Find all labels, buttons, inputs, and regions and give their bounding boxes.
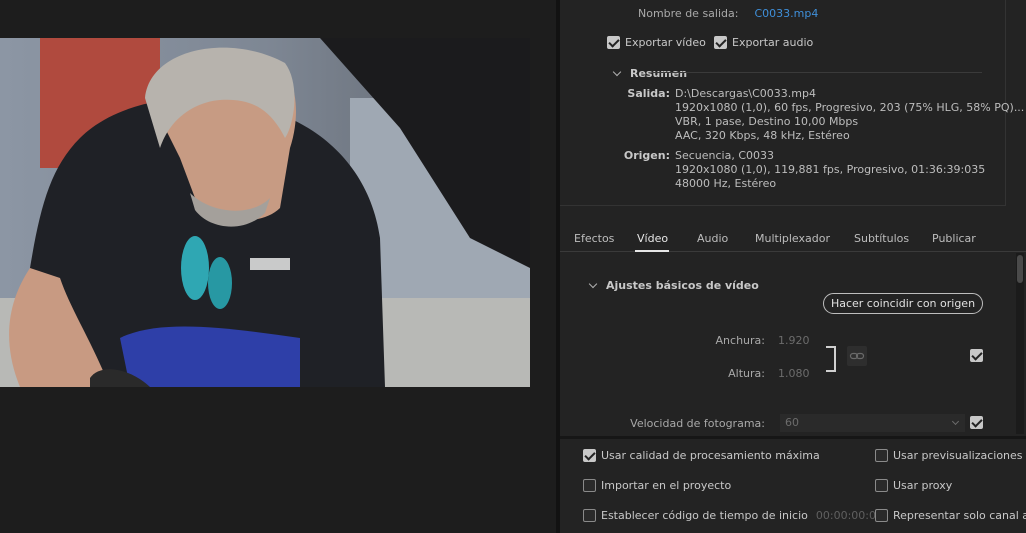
- settings-tabs: Efectos Vídeo Audio Multiplexador Subtít…: [560, 226, 1026, 252]
- summary-output-line: D:\Descargas\C0033.mp4: [675, 87, 816, 100]
- use-proxy-checkbox[interactable]: [875, 479, 888, 492]
- summary-output-key: Salida:: [627, 87, 670, 100]
- output-name-label: Nombre de salida:: [638, 7, 739, 20]
- max-render-quality-label: Usar calidad de procesamiento máxima: [601, 449, 820, 462]
- use-previews-option[interactable]: Usar previsualizaciones: [875, 449, 1023, 462]
- start-timecode-option[interactable]: Establecer código de tiempo de inicio 00…: [583, 509, 883, 522]
- summary-toggle[interactable]: Resumen: [612, 67, 688, 80]
- render-options: Usar calidad de procesamiento máxima Usa…: [560, 436, 1026, 533]
- output-name-link[interactable]: C0033.mp4: [754, 7, 818, 20]
- import-project-label: Importar en el proyecto: [601, 479, 732, 492]
- frame-rate-override-checkbox[interactable]: [970, 416, 983, 429]
- summary-output-values: D:\Descargas\C0033.mp4 1920x1080 (1,0), …: [675, 87, 1024, 143]
- aspect-bracket: [826, 346, 836, 372]
- basic-video-settings-title: Ajustes básicos de vídeo: [606, 279, 759, 292]
- chevron-down-icon: [951, 417, 960, 426]
- start-timecode-value[interactable]: 00:00:00:00: [816, 509, 883, 522]
- summary-title: Resumen: [630, 67, 688, 80]
- preview-panel: [0, 0, 556, 533]
- summary-output-line: AAC, 320 Kbps, 48 kHz, Estéreo: [675, 129, 850, 142]
- tab-multiplexer[interactable]: Multiplexador: [755, 232, 830, 245]
- frame-rate-select[interactable]: 60: [780, 414, 965, 432]
- tab-effects[interactable]: Efectos: [574, 232, 614, 245]
- frame-rate-label: Velocidad de fotograma:: [630, 417, 765, 430]
- output-summary-section: Nombre de salida: C0033.mp4 Exportar víd…: [560, 0, 1024, 206]
- tab-audio[interactable]: Audio: [697, 232, 728, 245]
- export-video-label: Exportar vídeo: [625, 36, 706, 49]
- alpha-only-label: Representar solo canal alfa: [893, 509, 1026, 522]
- use-proxy-option[interactable]: Usar proxy: [875, 479, 952, 492]
- import-project-option[interactable]: Importar en el proyecto: [583, 479, 731, 492]
- constrain-proportions-button[interactable]: [847, 346, 867, 366]
- export-audio-checkbox[interactable]: Exportar audio: [714, 36, 813, 49]
- tab-video[interactable]: Vídeo: [637, 232, 668, 245]
- chain-link-icon: [849, 352, 865, 360]
- export-settings-window: Nombre de salida: C0033.mp4 Exportar víd…: [0, 0, 1026, 533]
- use-proxy-label: Usar proxy: [893, 479, 953, 492]
- video-settings-area: Ajustes básicos de vídeo Hacer coincidir…: [560, 253, 1026, 434]
- use-previews-checkbox[interactable]: [875, 449, 888, 462]
- alpha-only-checkbox[interactable]: [875, 509, 888, 522]
- width-label: Anchura:: [715, 334, 765, 347]
- alpha-only-option[interactable]: Representar solo canal alfa: [875, 509, 1026, 522]
- summary-source-line: Secuencia, C0033: [675, 149, 775, 162]
- export-video-check-icon[interactable]: [607, 36, 620, 49]
- chevron-down-icon: [612, 67, 622, 77]
- width-value[interactable]: 1.920: [778, 334, 810, 347]
- settings-scrollbar[interactable]: [1016, 253, 1024, 434]
- max-render-quality-checkbox[interactable]: [583, 449, 596, 462]
- start-timecode-checkbox[interactable]: [583, 509, 596, 522]
- use-previews-label: Usar previsualizaciones: [893, 449, 1023, 462]
- import-project-checkbox[interactable]: [583, 479, 596, 492]
- frame-rate-value: 60: [785, 416, 799, 429]
- height-label: Altura:: [728, 367, 765, 380]
- export-audio-check-icon[interactable]: [714, 36, 727, 49]
- chevron-down-icon: [588, 279, 598, 289]
- height-value[interactable]: 1.080: [778, 367, 810, 380]
- summary-divider: [652, 72, 982, 73]
- video-preview-frame[interactable]: [0, 38, 530, 387]
- summary-output-line: VBR, 1 pase, Destino 10,00 Mbps: [675, 115, 859, 128]
- tab-subtitles[interactable]: Subtítulos: [854, 232, 909, 245]
- export-audio-label: Exportar audio: [732, 36, 814, 49]
- export-settings-panel: Nombre de salida: C0033.mp4 Exportar víd…: [560, 0, 1026, 533]
- match-source-button[interactable]: Hacer coincidir con origen: [823, 293, 983, 314]
- summary-source-key: Origen:: [623, 149, 670, 162]
- output-name-row: Nombre de salida: C0033.mp4: [638, 7, 818, 20]
- max-render-quality-option[interactable]: Usar calidad de procesamiento máxima: [583, 449, 820, 462]
- basic-video-settings-toggle[interactable]: Ajustes básicos de vídeo: [588, 279, 759, 292]
- tab-publish[interactable]: Publicar: [932, 232, 976, 245]
- summary-source-values: Secuencia, C0033 1920x1080 (1,0), 119,88…: [675, 149, 985, 191]
- summary-output-line: 1920x1080 (1,0), 60 fps, Progresivo, 203…: [675, 101, 1025, 114]
- export-video-checkbox[interactable]: Exportar vídeo: [607, 36, 706, 49]
- summary-source-line: 1920x1080 (1,0), 119,881 fps, Progresivo…: [675, 163, 986, 176]
- summary-source-line: 48000 Hz, Estéreo: [675, 177, 777, 190]
- size-override-checkbox[interactable]: [970, 349, 983, 362]
- start-timecode-label: Establecer código de tiempo de inicio: [601, 509, 808, 522]
- active-tab-indicator: [635, 250, 669, 252]
- scrollbar-thumb[interactable]: [1017, 255, 1023, 283]
- preview-image: [0, 38, 530, 387]
